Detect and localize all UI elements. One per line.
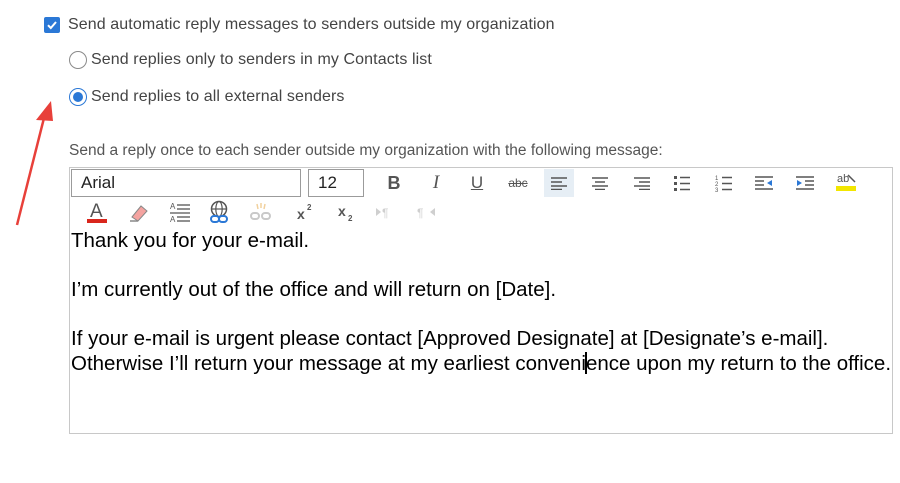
svg-text:A: A xyxy=(170,202,176,211)
svg-text:x: x xyxy=(338,203,346,219)
remove-link-icon[interactable] xyxy=(249,200,273,224)
message-text: ence upon my return to the office. xyxy=(585,352,892,375)
message-label: Send a reply once to each sender outside… xyxy=(69,142,663,159)
svg-text:x: x xyxy=(297,206,305,222)
decrease-indent-icon[interactable] xyxy=(752,171,776,195)
font-color-icon[interactable]: A xyxy=(85,200,109,224)
spellcheck-icon[interactable]: ab xyxy=(834,170,858,194)
font-name-select[interactable]: Arial xyxy=(71,169,301,197)
align-center-icon[interactable] xyxy=(588,171,612,195)
align-right-icon[interactable] xyxy=(630,171,654,195)
increase-indent-icon[interactable] xyxy=(793,171,817,195)
svg-text:ab: ab xyxy=(837,173,849,185)
superscript-icon[interactable]: x2 xyxy=(294,200,318,224)
message-body[interactable]: Thank you for your e-mail. I’m currently… xyxy=(71,228,891,400)
message-paragraph: If your e-mail is urgent please contact … xyxy=(71,326,891,376)
font-size-select[interactable]: 12 xyxy=(308,169,364,197)
message-editor[interactable]: Arial 12 B I U abc 123 ab A AA x2 x 2 ¶ … xyxy=(69,167,893,434)
insert-link-icon[interactable] xyxy=(208,200,232,224)
numbered-list-icon[interactable]: 123 xyxy=(712,171,736,195)
strikethrough-icon[interactable]: abc xyxy=(506,171,530,195)
highlight-icon[interactable] xyxy=(127,200,151,224)
svg-text:¶: ¶ xyxy=(382,206,388,220)
ltr-icon[interactable]: ¶ xyxy=(373,200,397,224)
align-left-icon[interactable] xyxy=(544,169,574,197)
svg-text:3: 3 xyxy=(715,188,719,192)
svg-text:¶: ¶ xyxy=(417,206,423,220)
svg-text:A: A xyxy=(170,215,176,223)
bold-icon[interactable]: B xyxy=(382,171,406,195)
message-paragraph: Thank you for your e-mail. xyxy=(71,229,310,252)
svg-text:2: 2 xyxy=(307,203,312,212)
subscript-icon[interactable]: x2 xyxy=(335,200,359,224)
message-paragraph: I’m currently out of the office and will… xyxy=(71,278,557,301)
bullet-list-icon[interactable] xyxy=(670,171,694,195)
paragraph-format-icon[interactable]: AA xyxy=(168,200,192,224)
rtl-icon[interactable]: ¶ xyxy=(414,200,438,224)
underline-icon[interactable]: U xyxy=(465,171,489,195)
italic-icon[interactable]: I xyxy=(424,171,448,195)
svg-text:2: 2 xyxy=(348,214,353,223)
svg-text:A: A xyxy=(90,201,103,222)
